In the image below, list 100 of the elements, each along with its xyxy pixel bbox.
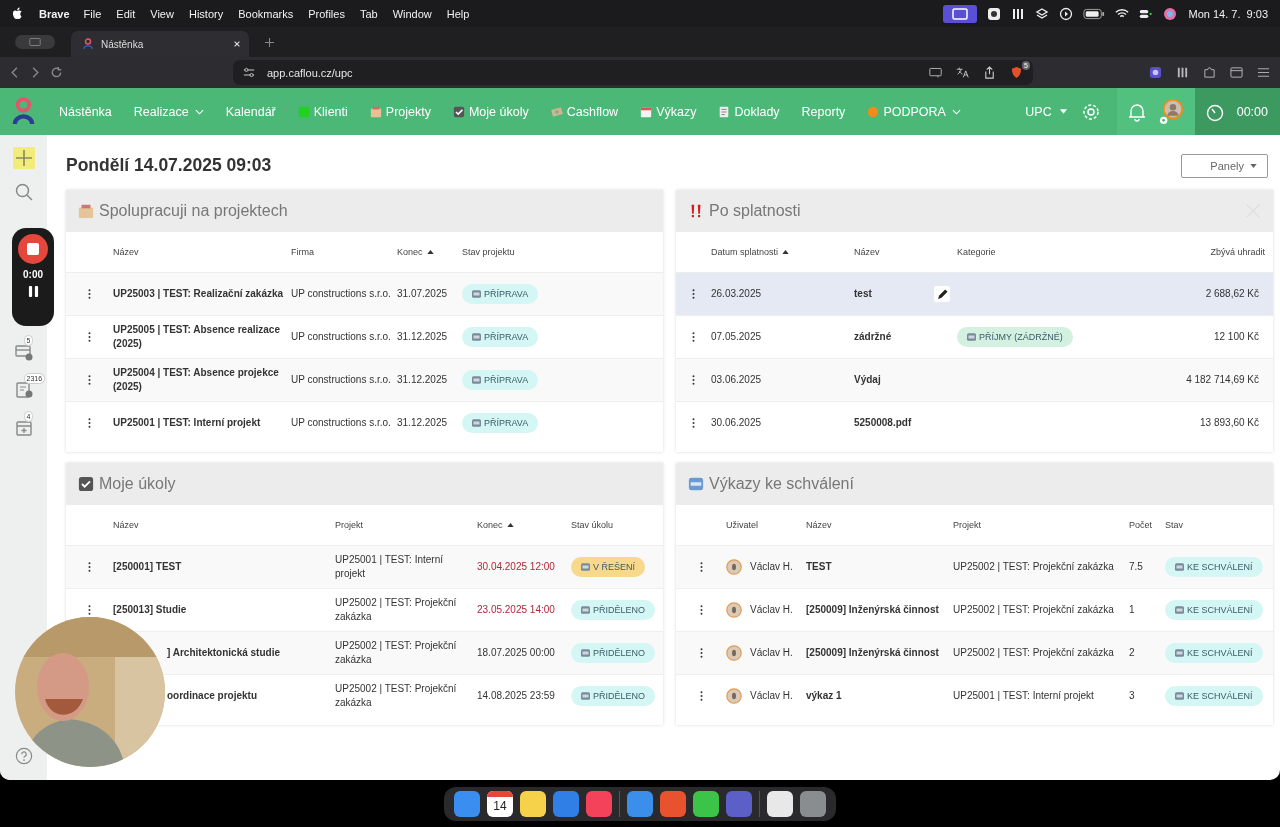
table-row[interactable]: 03.06.2025 Výdaj 4 182 714,69 Kč xyxy=(676,358,1273,401)
kebab-icon[interactable] xyxy=(88,331,91,343)
kebab-icon[interactable] xyxy=(88,604,91,616)
battery-icon[interactable] xyxy=(1082,6,1105,21)
cast-icon[interactable] xyxy=(929,66,942,79)
column-header[interactable]: Projekt xyxy=(953,520,981,530)
extension-icon[interactable] xyxy=(1176,66,1189,79)
column-header[interactable]: Zbývá uhradit xyxy=(1210,247,1265,257)
menu-item[interactable]: Help xyxy=(446,7,470,20)
browser-tab[interactable]: Nástěnka xyxy=(71,31,249,57)
table-cell: [250001] TEST xyxy=(113,560,182,574)
status-badge: KE SCHVÁLENÍ xyxy=(1165,642,1263,664)
screen-share-icon[interactable] xyxy=(942,4,977,23)
menu-icon[interactable] xyxy=(1257,66,1270,79)
sort-icon[interactable] xyxy=(426,250,434,254)
timer-button[interactable]: 00:00 xyxy=(1194,88,1280,135)
reload-icon[interactable] xyxy=(50,66,63,79)
kebab-icon[interactable] xyxy=(699,647,703,659)
user-name: Václav H. xyxy=(750,689,793,703)
table-row[interactable]: 26.03.2025 test 2 688,62 Kč xyxy=(676,272,1273,315)
app-icon[interactable] xyxy=(520,790,546,817)
table-row[interactable]: 30.06.2025 5250008.pdf 13 893,60 Kč xyxy=(676,401,1273,444)
sidebar-toggle-icon[interactable] xyxy=(15,35,55,49)
status-icon[interactable] xyxy=(986,6,1001,21)
table-cell: [250009] Inženýrská činnost xyxy=(806,603,939,617)
menu-item[interactable]: Profiles xyxy=(308,7,345,20)
column-header[interactable]: Datum splatnosti xyxy=(711,247,779,257)
help-icon[interactable] xyxy=(14,747,33,765)
extension-icon[interactable] xyxy=(1149,66,1162,79)
column-header[interactable]: Kategorie xyxy=(957,247,996,257)
calendar-add-icon[interactable] xyxy=(14,419,33,437)
user-name: Václav H. xyxy=(750,560,793,574)
avatar-icon xyxy=(726,688,742,704)
wallet-icon[interactable] xyxy=(1230,66,1243,79)
close-icon[interactable] xyxy=(233,40,241,48)
play-icon[interactable] xyxy=(1058,6,1073,21)
new-tab-icon[interactable] xyxy=(265,37,274,47)
column-header[interactable]: Projekt xyxy=(335,520,363,530)
menu-item[interactable]: View xyxy=(150,7,174,20)
status-icon[interactable] xyxy=(1010,6,1025,21)
column-header[interactable]: Firma xyxy=(291,247,314,257)
app-icon[interactable] xyxy=(767,790,793,817)
pause-icon[interactable] xyxy=(27,285,39,298)
column-header[interactable]: Stav úkolu xyxy=(571,520,614,530)
avatar-icon[interactable] xyxy=(1158,97,1185,126)
kebab-icon[interactable] xyxy=(88,417,91,429)
calendar-icon xyxy=(640,105,653,118)
kebab-icon[interactable] xyxy=(699,604,703,616)
cards-icon[interactable] xyxy=(14,343,33,361)
translate-icon[interactable] xyxy=(956,66,969,79)
app-icon[interactable] xyxy=(693,790,719,817)
menubar-clock[interactable]: Mon 14. 7. 9:03 xyxy=(1188,7,1268,20)
forward-icon[interactable] xyxy=(30,66,40,79)
column-header[interactable]: Konec xyxy=(477,520,503,530)
kebab-icon[interactable] xyxy=(692,374,695,386)
shield-icon[interactable] xyxy=(1010,66,1023,79)
menu-item[interactable]: Bookmarks xyxy=(238,7,294,20)
sort-icon[interactable] xyxy=(782,250,790,254)
menu-item[interactable]: Window xyxy=(392,7,432,20)
table-cell-text: UP25002 | TEST: Projekční zakázka xyxy=(335,596,458,624)
column-header[interactable]: Uživatel xyxy=(726,520,758,530)
column-header[interactable]: Konec xyxy=(397,247,423,257)
column-header[interactable]: Název xyxy=(113,520,139,530)
calendar-app-icon[interactable]: 14 xyxy=(487,790,513,817)
menu-item[interactable]: File xyxy=(83,7,102,20)
search-icon[interactable] xyxy=(14,183,33,201)
siri-icon[interactable] xyxy=(1162,6,1177,21)
kebab-icon[interactable] xyxy=(699,561,703,573)
kebab-icon[interactable] xyxy=(88,374,91,386)
menu-item[interactable]: History xyxy=(188,7,224,20)
menu-item[interactable]: Edit xyxy=(116,7,136,20)
column-header[interactable]: Název xyxy=(854,247,880,257)
circle-icon xyxy=(867,105,880,118)
kebab-icon[interactable] xyxy=(692,417,695,429)
app-menu[interactable]: Brave xyxy=(39,7,70,20)
back-icon[interactable] xyxy=(10,66,20,79)
site-settings-icon[interactable] xyxy=(243,67,255,78)
sort-icon[interactable] xyxy=(506,523,514,527)
logo-icon[interactable] xyxy=(12,97,35,126)
kebab-icon[interactable] xyxy=(692,331,695,343)
kebab-icon[interactable] xyxy=(699,690,703,702)
column-header[interactable]: Název xyxy=(806,520,832,530)
share-icon[interactable] xyxy=(983,66,996,79)
column-header[interactable]: Stav xyxy=(1165,520,1183,530)
stop-button[interactable] xyxy=(18,234,48,264)
layers-icon[interactable] xyxy=(1034,6,1049,21)
status-badge: KE SCHVÁLENÍ xyxy=(1165,556,1263,578)
kebab-icon[interactable] xyxy=(88,288,91,300)
report-icon[interactable] xyxy=(14,381,33,399)
caret-icon xyxy=(1059,109,1067,114)
column-header[interactable]: Počet xyxy=(1129,520,1152,530)
kebab-icon[interactable] xyxy=(692,288,695,300)
menu-item[interactable]: Tab xyxy=(359,7,378,20)
column-header[interactable]: Název xyxy=(113,247,139,257)
puzzle-icon[interactable] xyxy=(1203,66,1216,79)
column-header[interactable]: Stav projektu xyxy=(462,247,515,257)
kebab-icon[interactable] xyxy=(88,561,91,573)
apple-icon[interactable] xyxy=(12,7,23,20)
panels-dropdown[interactable]: Panely xyxy=(1181,153,1268,178)
table-cell: 3 xyxy=(1129,689,1135,703)
